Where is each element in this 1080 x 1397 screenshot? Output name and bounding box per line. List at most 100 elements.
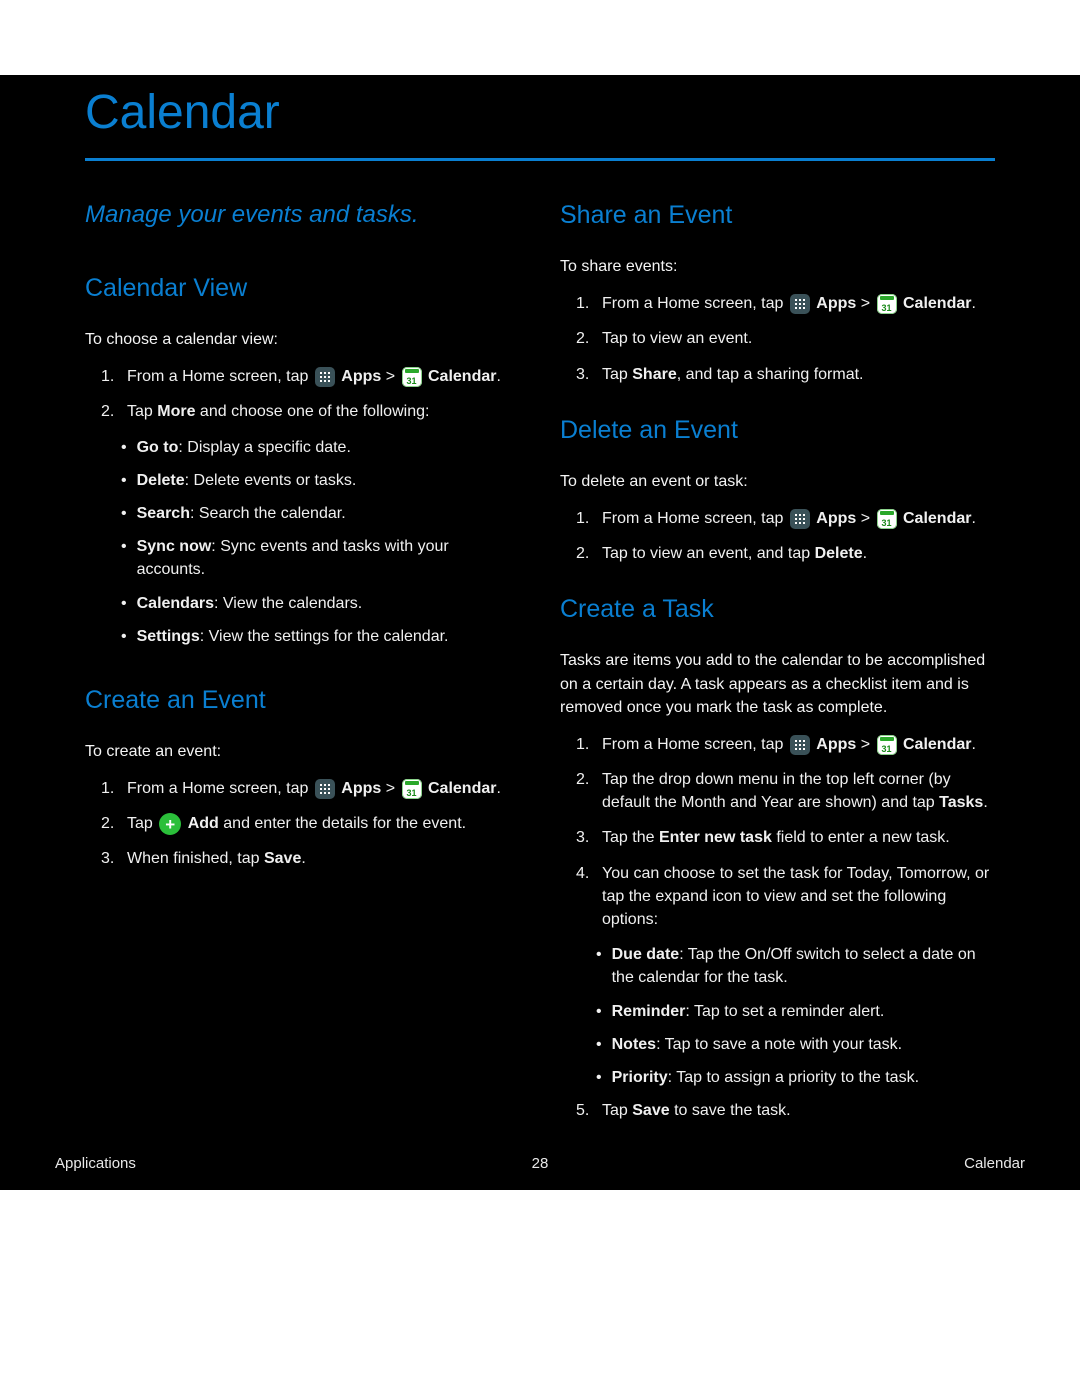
step-text: From a Home screen, tap bbox=[602, 736, 788, 753]
create-event-step-1: 1. From a Home screen, tap Apps > Calend… bbox=[85, 777, 520, 800]
heading-create-task: Create a Task bbox=[560, 595, 995, 624]
step-number: 4. bbox=[576, 862, 592, 885]
step-text-end: . bbox=[496, 368, 500, 385]
step-number: 2. bbox=[101, 812, 117, 835]
apps-icon bbox=[790, 294, 810, 314]
step-text-arrow: > bbox=[861, 295, 875, 312]
bullet-label: Go to bbox=[137, 439, 179, 456]
apps-label: Apps bbox=[816, 295, 856, 312]
calendar-icon bbox=[877, 294, 897, 314]
bullet-dot: • bbox=[121, 436, 127, 459]
more-label: More bbox=[157, 403, 195, 420]
bullet-dot: • bbox=[596, 1000, 602, 1023]
cv-bullet-search: • Search: Search the calendar. bbox=[85, 502, 520, 525]
step-text-tail: , and tap a sharing format. bbox=[677, 366, 864, 383]
title-rule bbox=[85, 158, 995, 161]
bullet-dot: • bbox=[596, 1066, 602, 1089]
delete-label: Delete bbox=[815, 545, 863, 562]
share-event-step-3: 3. Tap Share, and tap a sharing format. bbox=[560, 363, 995, 386]
apps-label: Apps bbox=[816, 736, 856, 753]
create-task-step-4: 4. You can choose to set the task for To… bbox=[560, 862, 995, 932]
add-label: Add bbox=[188, 815, 219, 832]
intro-create-event: To create an event: bbox=[85, 740, 520, 763]
step-number: 2. bbox=[101, 400, 117, 423]
step-text-tail: and choose one of the following: bbox=[195, 403, 429, 420]
calendar-label: Calendar bbox=[428, 368, 496, 385]
bullet-dot: • bbox=[596, 943, 602, 966]
calendar-icon bbox=[877, 509, 897, 529]
step-number: 1. bbox=[101, 365, 117, 388]
step-text: Tap to view an event. bbox=[602, 327, 752, 350]
delete-event-step-1: 1. From a Home screen, tap Apps > Calend… bbox=[560, 507, 995, 530]
calendar-icon bbox=[402, 779, 422, 799]
step-text-end: . bbox=[971, 295, 975, 312]
bullet-dot: • bbox=[121, 502, 127, 525]
bullet-dot: • bbox=[121, 535, 127, 558]
bullet-tail: : Delete events or tasks. bbox=[185, 472, 357, 489]
calendar-label: Calendar bbox=[428, 780, 496, 797]
apps-icon bbox=[790, 509, 810, 529]
step-text-end: . bbox=[971, 510, 975, 527]
step-text-tail: and enter the details for the event. bbox=[223, 815, 466, 832]
bullet-tail: : Tap to assign a priority to the task. bbox=[668, 1069, 919, 1086]
step-text-end: . bbox=[983, 794, 987, 811]
save-label: Save bbox=[632, 1102, 669, 1119]
bullet-tail: : View the calendars. bbox=[214, 595, 362, 612]
step-text-end: . bbox=[301, 850, 305, 867]
add-icon bbox=[159, 813, 181, 835]
create-task-step-2: 2. Tap the drop down menu in the top lef… bbox=[560, 768, 995, 814]
cv-bullet-delete: • Delete: Delete events or tasks. bbox=[85, 469, 520, 492]
share-event-step-2: 2. Tap to view an event. bbox=[560, 327, 995, 350]
calendar-view-step-2: 2. Tap More and choose one of the follow… bbox=[85, 400, 520, 423]
bullet-tail: : Display a specific date. bbox=[178, 439, 351, 456]
step-text-end: . bbox=[971, 736, 975, 753]
calendar-icon bbox=[877, 735, 897, 755]
bullet-label: Delete bbox=[137, 472, 185, 489]
bullet-dot: • bbox=[596, 1033, 602, 1056]
step-number: 2. bbox=[576, 327, 592, 350]
step-text: From a Home screen, tap bbox=[602, 510, 788, 527]
step-text: When finished, tap bbox=[127, 850, 264, 867]
step-text: Tap to view an event, and tap bbox=[602, 545, 815, 562]
intro-delete-event: To delete an event or task: bbox=[560, 470, 995, 493]
bullet-label: Search bbox=[137, 505, 190, 522]
heading-calendar-view: Calendar View bbox=[85, 274, 520, 303]
heading-delete-event: Delete an Event bbox=[560, 416, 995, 445]
intro-share-event: To share events: bbox=[560, 255, 995, 278]
heading-create-event: Create an Event bbox=[85, 686, 520, 715]
step-text: Tap bbox=[602, 366, 632, 383]
page-footer: Applications 28 Calendar bbox=[0, 1137, 1080, 1190]
bullet-tail: : Tap to save a note with your task. bbox=[656, 1036, 902, 1053]
footer-page-number: 28 bbox=[532, 1155, 549, 1172]
save-label: Save bbox=[264, 850, 301, 867]
step-number: 1. bbox=[576, 733, 592, 756]
step-number: 3. bbox=[101, 847, 117, 870]
step-number: 5. bbox=[576, 1099, 592, 1122]
cv-bullet-goto: • Go to: Display a specific date. bbox=[85, 436, 520, 459]
page-title: Calendar bbox=[85, 75, 995, 158]
calendar-label: Calendar bbox=[903, 736, 971, 753]
calendar-icon bbox=[402, 367, 422, 387]
step-text-tail: to save the task. bbox=[670, 1102, 791, 1119]
apps-label: Apps bbox=[341, 368, 381, 385]
bullet-label: Reminder bbox=[612, 1003, 686, 1020]
intro-create-task: Tasks are items you add to the calendar … bbox=[560, 649, 995, 719]
step-text: From a Home screen, tap bbox=[602, 295, 788, 312]
footer-right: Calendar bbox=[964, 1155, 1025, 1172]
calendar-label: Calendar bbox=[903, 295, 971, 312]
create-task-step-1: 1. From a Home screen, tap Apps > Calend… bbox=[560, 733, 995, 756]
apps-icon bbox=[790, 735, 810, 755]
step-text-arrow: > bbox=[861, 510, 875, 527]
bullet-label: Notes bbox=[612, 1036, 656, 1053]
footer-left: Applications bbox=[55, 1155, 136, 1172]
left-column: Manage your events and tasks. Calendar V… bbox=[85, 201, 520, 1134]
bullet-label: Due date bbox=[612, 946, 680, 963]
create-event-step-3: 3. When finished, tap Save. bbox=[85, 847, 520, 870]
bullet-dot: • bbox=[121, 625, 127, 648]
step-text-arrow: > bbox=[386, 780, 400, 797]
create-event-step-2: 2. Tap Add and enter the details for the… bbox=[85, 812, 520, 835]
enter-task-label: Enter new task bbox=[659, 829, 772, 846]
ct-bullet-notes: • Notes: Tap to save a note with your ta… bbox=[560, 1033, 995, 1056]
step-text: Tap the drop down menu in the top left c… bbox=[602, 771, 951, 811]
step-text: From a Home screen, tap bbox=[127, 368, 313, 385]
